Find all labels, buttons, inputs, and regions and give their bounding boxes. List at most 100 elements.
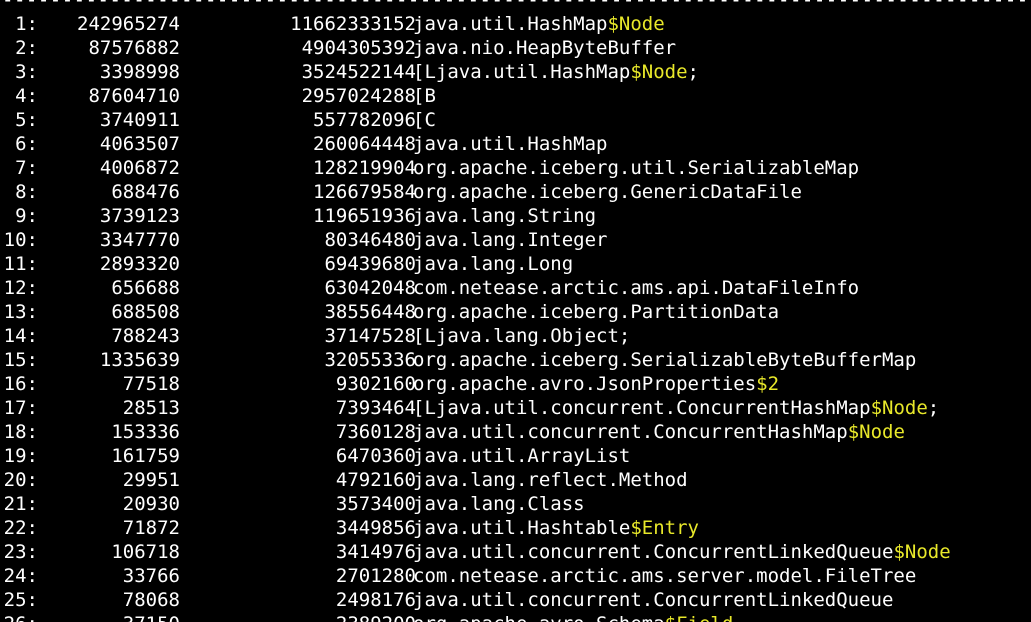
- row-number: 22:: [3, 517, 38, 539]
- class-name: java.util.HashMap: [413, 132, 607, 156]
- instance-count: 87576882: [88, 37, 180, 59]
- class-name-base: java.util.ArrayList: [413, 445, 631, 467]
- table-row: 16: 77518 9302160 org.apache.avro.JsonPrope…: [0, 372, 1031, 396]
- row-number: 3:: [15, 61, 38, 83]
- class-name: java.util.HashMap$Node: [413, 12, 665, 36]
- class-name: java.util.concurrent.ConcurrentLinkedQue…: [413, 588, 893, 612]
- instance-count: 71872: [122, 517, 180, 539]
- table-row: 15: 1335639 32055336 org.apache.iceberg.Ser…: [0, 348, 1031, 372]
- class-name-base: java.util.concurrent.ConcurrentHashMap: [413, 421, 848, 443]
- class-name: java.util.Hashtable$Entry: [413, 516, 699, 540]
- class-name: org.apache.iceberg.PartitionData: [413, 300, 779, 324]
- class-name: java.lang.Long: [413, 252, 573, 276]
- class-name-base: java.lang.Class: [413, 493, 585, 515]
- byte-count: 80346480: [324, 229, 416, 251]
- table-row: 1: 242965274 11662333152 java.util.HashMap$…: [0, 12, 1031, 36]
- byte-count: 260064448: [313, 133, 416, 155]
- class-name: com.netease.arctic.ams.api.DataFileInfo: [413, 276, 859, 300]
- class-name-base: com.netease.arctic.ams.api.DataFileInfo: [413, 277, 860, 299]
- class-name-base: org.apache.iceberg.SerializableByteBuffe…: [413, 349, 917, 371]
- row-number: 13:: [3, 301, 38, 323]
- class-name-tail: ;: [687, 61, 699, 83]
- instance-count: 28513: [122, 397, 180, 419]
- row-number: 5:: [15, 109, 38, 131]
- byte-count: 32055336: [324, 349, 416, 371]
- instance-count: 688508: [111, 301, 180, 323]
- byte-count: 6470360: [335, 445, 416, 467]
- class-name: java.nio.HeapByteBuffer: [413, 36, 676, 60]
- table-row: 18: 153336 7360128 java.util.concurrent.Con…: [0, 420, 1031, 444]
- byte-count: 557782096: [313, 109, 416, 131]
- byte-count: 7360128: [335, 421, 416, 443]
- inner-class-suffix: $Node: [630, 61, 688, 83]
- table-row: 8: 688476 126679584 org.apache.iceberg.Gene…: [0, 180, 1031, 204]
- table-row: 20: 29951 4792160 java.lang.reflect.Method: [0, 468, 1031, 492]
- inner-class-suffix: $Field: [665, 613, 734, 622]
- instance-count: 242965274: [77, 13, 180, 35]
- table-row: 12: 656688 63042048 com.netease.arctic.ams.…: [0, 276, 1031, 300]
- terminal-window[interactable]: ----------------------------------------…: [0, 0, 1031, 622]
- table-row: 22: 71872 3449856 java.util.Hashtable$Entry: [0, 516, 1031, 540]
- class-name-base: [Ljava.lang.Object;: [413, 325, 631, 347]
- inner-class-suffix: $Entry: [630, 517, 699, 539]
- class-name: [B: [413, 84, 436, 108]
- table-row: 3: 3398998 3524522144 [Ljava.util.HashMap$N…: [0, 60, 1031, 84]
- byte-count: 2701280: [335, 565, 416, 587]
- table-row: 6: 4063507 260064448 java.util.HashMap: [0, 132, 1031, 156]
- byte-count: 37147528: [324, 325, 416, 347]
- row-number: 10:: [3, 229, 38, 251]
- byte-count: 11662333152: [290, 13, 416, 35]
- class-name-base: java.lang.Long: [413, 253, 574, 275]
- table-row: 11: 2893320 69439680 java.lang.Long: [0, 252, 1031, 276]
- instance-count: 77518: [122, 373, 180, 395]
- row-number: 14:: [3, 325, 38, 347]
- table-row: 9: 3739123 119651936 java.lang.String: [0, 204, 1031, 228]
- table-row: 24: 33766 2701280 com.netease.arctic.ams.se…: [0, 564, 1031, 588]
- class-name-base: [Ljava.util.concurrent.ConcurrentHashMap: [413, 397, 871, 419]
- byte-count: 126679584: [313, 181, 416, 203]
- row-number: 4:: [15, 85, 38, 107]
- inner-class-suffix: $Node: [870, 397, 928, 419]
- inner-class-suffix: $Node: [607, 13, 665, 35]
- class-name: org.apache.avro.JsonProperties$2: [413, 372, 779, 396]
- class-name: java.util.concurrent.ConcurrentLinkedQue…: [413, 540, 951, 564]
- inner-class-suffix: $2: [756, 373, 780, 395]
- byte-count: 2498176: [335, 589, 416, 611]
- class-name: org.apache.iceberg.util.SerializableMap: [413, 156, 859, 180]
- instance-count: 106718: [111, 541, 180, 563]
- row-number: 7:: [15, 157, 38, 179]
- instance-count: 656688: [111, 277, 180, 299]
- byte-count: 38556448: [324, 301, 416, 323]
- class-name-base: java.util.concurrent.ConcurrentLinkedQue…: [413, 589, 894, 611]
- byte-count: 7393464: [335, 397, 416, 419]
- byte-count: 2389200: [336, 612, 416, 622]
- class-name-base: java.lang.reflect.Method: [413, 469, 688, 491]
- class-name-base: java.util.HashMap: [413, 133, 608, 155]
- byte-count: 2957024288: [301, 85, 416, 107]
- table-row: 26: 37150 2389200org.apache.avro.Schema$Fi…: [0, 612, 1031, 622]
- byte-count: 3573400: [335, 493, 416, 515]
- inner-class-suffix: $Node: [893, 541, 951, 563]
- class-name-base: java.util.Hashtable: [413, 517, 631, 539]
- class-name: [C: [413, 108, 436, 132]
- instance-count: 87604710: [88, 85, 180, 107]
- separator-line: ----------------------------------------…: [2, 0, 1031, 11]
- row-number: 1:: [15, 13, 38, 35]
- instance-count: 4063507: [99, 133, 180, 155]
- class-name: java.lang.Class: [413, 492, 585, 516]
- instance-count: 688476: [111, 181, 180, 203]
- instance-count: 3739123: [99, 205, 180, 227]
- table-row: 4: 87604710 2957024288 [B: [0, 84, 1031, 108]
- class-name-base: java.lang.Integer: [413, 229, 608, 251]
- class-name-base: java.lang.String: [413, 205, 597, 227]
- byte-count: 4792160: [335, 469, 416, 491]
- class-name-base: org.apache.iceberg.PartitionData: [413, 301, 780, 323]
- class-name-base: org.apache.avro.JsonProperties: [413, 373, 757, 395]
- byte-count: 128219904: [313, 157, 416, 179]
- byte-count: 63042048: [324, 277, 416, 299]
- row-number: 26:: [4, 612, 38, 622]
- class-name-base: java.util.concurrent.ConcurrentLinkedQue…: [413, 541, 894, 563]
- row-number: 8:: [15, 181, 38, 203]
- table-row: 21: 20930 3573400 java.lang.Class: [0, 492, 1031, 516]
- class-name-base: [C: [413, 109, 436, 131]
